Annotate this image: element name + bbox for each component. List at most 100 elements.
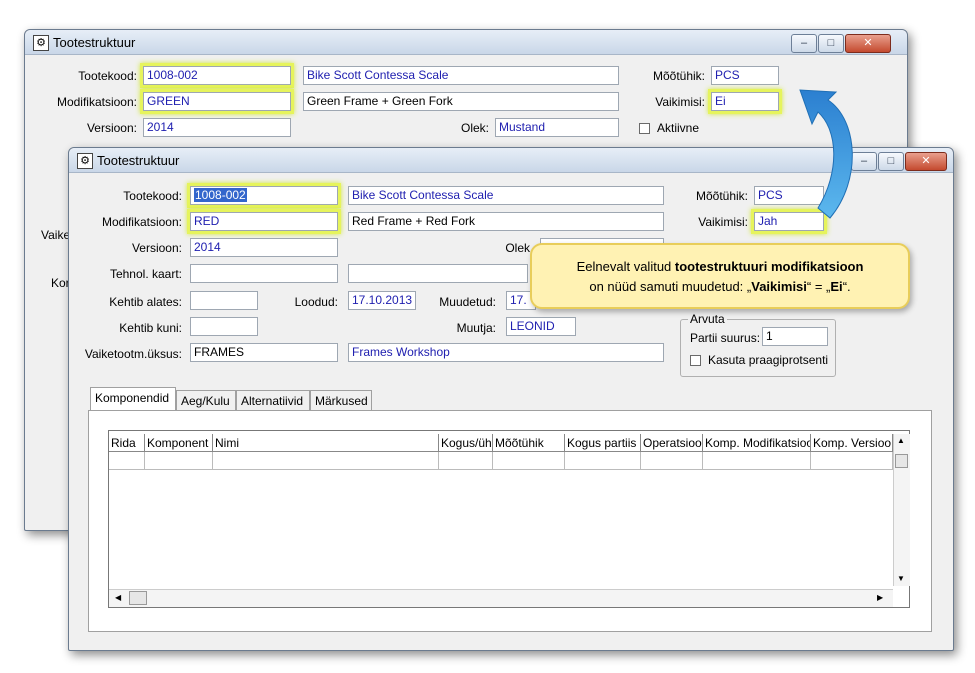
olek-label: Olek:	[460, 121, 489, 135]
grid-header-operatsioon[interactable]: Operatsioo	[641, 434, 703, 452]
grid-cell[interactable]	[703, 452, 811, 470]
versioon-field[interactable]: 2014	[143, 118, 291, 137]
vaikimisi-label: Vaikimisi:	[655, 95, 705, 109]
grid-cell[interactable]	[565, 452, 641, 470]
tehnol-field[interactable]	[190, 264, 338, 283]
callout-text: “.	[842, 279, 851, 294]
muutja-field[interactable]: LEONID	[506, 317, 576, 336]
tootekood-field[interactable]: 1008-002	[190, 186, 338, 205]
minimize-button[interactable]: –	[851, 152, 877, 171]
horizontal-scrollbar[interactable]: ◀ ▶	[109, 589, 893, 607]
vaiketootm-name-field[interactable]: Frames Workshop	[348, 343, 664, 362]
tootekood-selected-text: 1008-002	[194, 188, 247, 202]
grid-cell[interactable]	[145, 452, 213, 470]
tootekood-name-field[interactable]: Bike Scott Contessa Scale	[348, 186, 664, 205]
minimize-button[interactable]: –	[791, 34, 817, 53]
callout-text: “ = „	[806, 279, 831, 294]
front-titlebar: ⚙ Tootestruktuur – □ ✕	[69, 148, 953, 173]
olek-label: Olek	[505, 241, 530, 255]
callout-text: Eelnevalt valitud	[576, 259, 675, 274]
mootuhik-field[interactable]: PCS	[754, 186, 824, 205]
tehnol-name-field[interactable]	[348, 264, 528, 283]
scroll-left-icon[interactable]: ◀	[115, 593, 121, 602]
scroll-down-icon[interactable]: ▼	[897, 574, 905, 583]
tootekood-label: Tootekood:	[123, 189, 182, 203]
modifikatsioon-label: Modifikatsioon:	[101, 215, 182, 229]
vaiketootm-field[interactable]: FRAMES	[190, 343, 338, 362]
tehnol-label: Tehnol. kaart:	[109, 267, 182, 281]
callout-bold-text: Vaikimisi	[751, 279, 807, 294]
maximize-button[interactable]: □	[818, 34, 844, 53]
back-titlebar: ⚙ Tootestruktuur – □ ✕	[25, 30, 907, 55]
loodud-label: Loodud:	[294, 295, 338, 309]
aktiivne-label: Aktiivne	[657, 121, 700, 135]
grid-header-kogus-partiis[interactable]: Kogus partiis	[565, 434, 641, 452]
grid-cell[interactable]	[109, 452, 145, 470]
grid-cell[interactable]	[439, 452, 493, 470]
vertical-scrollbar[interactable]: ▲ ▼	[893, 434, 910, 586]
modifikatsioon-field[interactable]: GREEN	[143, 92, 291, 111]
partii-suurus-label: Partii suurus:	[690, 331, 761, 345]
muutja-label: Muutja:	[456, 321, 496, 335]
grid-header-komp-modifikatsioon[interactable]: Komp. Modifikatsioo	[703, 434, 811, 452]
tootekood-label: Tootekood:	[78, 69, 137, 83]
tab-markused[interactable]: Märkused	[310, 390, 372, 410]
scroll-thumb-horizontal[interactable]	[129, 591, 147, 605]
info-callout: Eelnevalt valitud tootestruktuuri modifi…	[530, 243, 910, 309]
loodud-field[interactable]: 17.10.2013	[348, 291, 416, 310]
mootuhik-label: Mõõtühik:	[652, 69, 705, 83]
modifikatsioon-label: Modifikatsioon:	[56, 95, 137, 109]
grid-cell[interactable]	[641, 452, 703, 470]
vaikimisi-field[interactable]: Jah	[754, 212, 824, 231]
scroll-right-icon[interactable]: ▶	[877, 593, 883, 602]
versioon-label: Versioon:	[86, 121, 137, 135]
components-grid[interactable]: Rida Komponent Nimi Kogus/üh Mõõtühik Ko…	[108, 430, 910, 608]
vaikimisi-label: Vaikimisi:	[698, 215, 748, 229]
callout-text: on nüüd samuti muudetud: „	[589, 279, 752, 294]
scroll-thumb[interactable]	[895, 454, 908, 468]
tab-komponendid[interactable]: Komponendid	[90, 387, 176, 410]
versioon-field[interactable]: 2014	[190, 238, 338, 257]
kasuta-praagiprotsenti-checkbox[interactable]	[690, 355, 701, 366]
grid-header-mootuhik[interactable]: Mõõtühik	[493, 434, 565, 452]
callout-bold-text: tootestruktuuri modifikatsioon	[674, 259, 864, 274]
scroll-up-icon[interactable]: ▲	[897, 436, 905, 445]
app-icon: ⚙	[77, 153, 93, 169]
grid-header-komp-versioon[interactable]: Komp. Versioo	[811, 434, 893, 452]
grid-header-kogus-uh[interactable]: Kogus/üh	[439, 434, 493, 452]
grid-cell[interactable]	[811, 452, 893, 470]
back-window-title: Tootestruktuur	[53, 35, 136, 50]
arvuta-group-title: Arvuta	[688, 312, 727, 326]
grid-header-rida[interactable]: Rida	[109, 434, 145, 452]
olek-field[interactable]: Mustand	[495, 118, 619, 137]
tab-aeg-kulu[interactable]: Aeg/Kulu	[176, 390, 236, 410]
versioon-label: Versioon:	[131, 241, 182, 255]
muudetud-label: Muudetud:	[439, 295, 496, 309]
partii-suurus-field[interactable]: 1	[762, 327, 828, 346]
tab-alternatiivid[interactable]: Alternatiivid	[236, 390, 310, 410]
close-button[interactable]: ✕	[905, 152, 947, 171]
grid-cell[interactable]	[213, 452, 439, 470]
kehtib-alates-label: Kehtib alates:	[109, 295, 182, 309]
modifikatsioon-field[interactable]: RED	[190, 212, 338, 231]
modifikatsioon-name-field[interactable]: Red Frame + Red Fork	[348, 212, 664, 231]
grid-cell[interactable]	[493, 452, 565, 470]
mootuhik-label: Mõõtühik:	[695, 189, 748, 203]
modifikatsioon-name-field[interactable]: Green Frame + Green Fork	[303, 92, 619, 111]
aktiivne-checkbox[interactable]	[639, 123, 650, 134]
maximize-button[interactable]: □	[878, 152, 904, 171]
kor-fragment: Kor	[51, 276, 70, 290]
tootekood-field[interactable]: 1008-002	[143, 66, 291, 85]
callout-line-2: on nüüd samuti muudetud: „Vaikimisi“ = „…	[532, 277, 908, 297]
grid-header-nimi[interactable]: Nimi	[213, 434, 439, 452]
grid-header-komponent[interactable]: Komponent	[145, 434, 213, 452]
tootekood-name-field[interactable]: Bike Scott Contessa Scale	[303, 66, 619, 85]
vaiketootm-label: Vaiketootm.üksus:	[84, 347, 182, 361]
vaikimisi-field[interactable]: Ei	[711, 92, 779, 111]
kehtib-kuni-field[interactable]	[190, 317, 258, 336]
kehtib-alates-field[interactable]	[190, 291, 258, 310]
vaike-fragment: Vaike	[41, 228, 71, 242]
callout-line-1: Eelnevalt valitud tootestruktuuri modifi…	[532, 257, 908, 277]
mootuhik-field[interactable]: PCS	[711, 66, 779, 85]
close-button[interactable]: ✕	[845, 34, 891, 53]
